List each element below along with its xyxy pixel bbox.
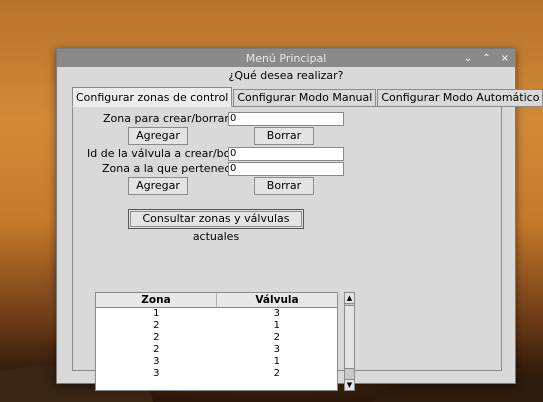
minimize-icon[interactable]: ⌄ [464, 53, 472, 64]
column-header-zona[interactable]: Zona [96, 293, 217, 307]
table-scrollbar[interactable]: ▲ ▼ [344, 292, 355, 391]
tab-bar: Configurar zonas de control Configurar M… [72, 87, 543, 107]
valve-zone-input[interactable]: 0 [228, 162, 344, 176]
valve-zone-label: Zona a la que pertenece: [102, 162, 241, 175]
cell-zona: 3 [153, 368, 160, 379]
add-valve-button[interactable]: Agregar [128, 177, 188, 195]
tab-modo-automatico[interactable]: Configurar Modo Automático [377, 89, 543, 107]
scroll-up-arrow-icon[interactable]: ▲ [345, 293, 354, 304]
scroll-down-arrow-icon[interactable]: ▼ [345, 379, 354, 390]
delete-zone-button[interactable]: Borrar [254, 127, 314, 145]
cell-zona: 1 [153, 308, 160, 319]
window-title: Menú Principal [245, 51, 327, 65]
table-row[interactable]: 3 2 [96, 368, 337, 380]
tab-modo-manual[interactable]: Configurar Modo Manual [233, 89, 377, 107]
table-header: Zona Válvula [96, 293, 337, 308]
valve-id-input[interactable]: 0 [228, 147, 344, 161]
cell-zona: 3 [153, 356, 160, 367]
question-label: ¿Qué desea realizar? [228, 69, 344, 82]
cell-valvula: 1 [273, 320, 280, 331]
cell-valvula: 3 [273, 344, 280, 355]
scrollbar-thumb[interactable] [345, 305, 354, 369]
main-window: Menú Principal ⌄ ⌃ × ¿Qué desea realizar… [56, 48, 543, 391]
table-row[interactable]: 3 1 [96, 356, 337, 368]
zone-input[interactable]: 0 [228, 112, 344, 126]
cell-valvula: 1 [273, 356, 280, 367]
cell-valvula: 2 [273, 332, 280, 343]
add-zone-button[interactable]: Agregar [128, 127, 188, 145]
cell-zona: 2 [153, 320, 160, 331]
maximize-icon[interactable]: ⌃ [482, 53, 490, 64]
zone-label: Zona para crear/borrar: [103, 112, 233, 125]
column-header-valvula[interactable]: Válvula [217, 293, 337, 307]
window-controls: ⌄ ⌃ × [464, 49, 509, 67]
table-row[interactable]: 2 1 [96, 320, 337, 332]
tab-configurar-zonas[interactable]: Configurar zonas de control [72, 87, 233, 107]
zones-valves-table[interactable]: Zona Válvula 1 3 2 1 2 2 2 3 3 1 3 2 [95, 292, 338, 391]
cell-valvula: 2 [273, 368, 280, 379]
table-row[interactable]: 2 3 [96, 344, 337, 356]
close-icon[interactable]: × [501, 53, 509, 64]
cell-valvula: 3 [273, 308, 280, 319]
delete-valve-button[interactable]: Borrar [254, 177, 314, 195]
cell-zona: 2 [153, 344, 160, 355]
table-row[interactable]: 1 3 [96, 308, 337, 320]
table-row[interactable]: 2 2 [96, 332, 337, 344]
cell-zona: 2 [153, 332, 160, 343]
title-bar[interactable]: Menú Principal ⌄ ⌃ × [57, 49, 515, 67]
zones-tab-panel: Zona para crear/borrar: 0 Agregar Borrar… [72, 106, 502, 391]
consult-button[interactable]: Consultar zonas y válvulas actuales [128, 209, 304, 243]
